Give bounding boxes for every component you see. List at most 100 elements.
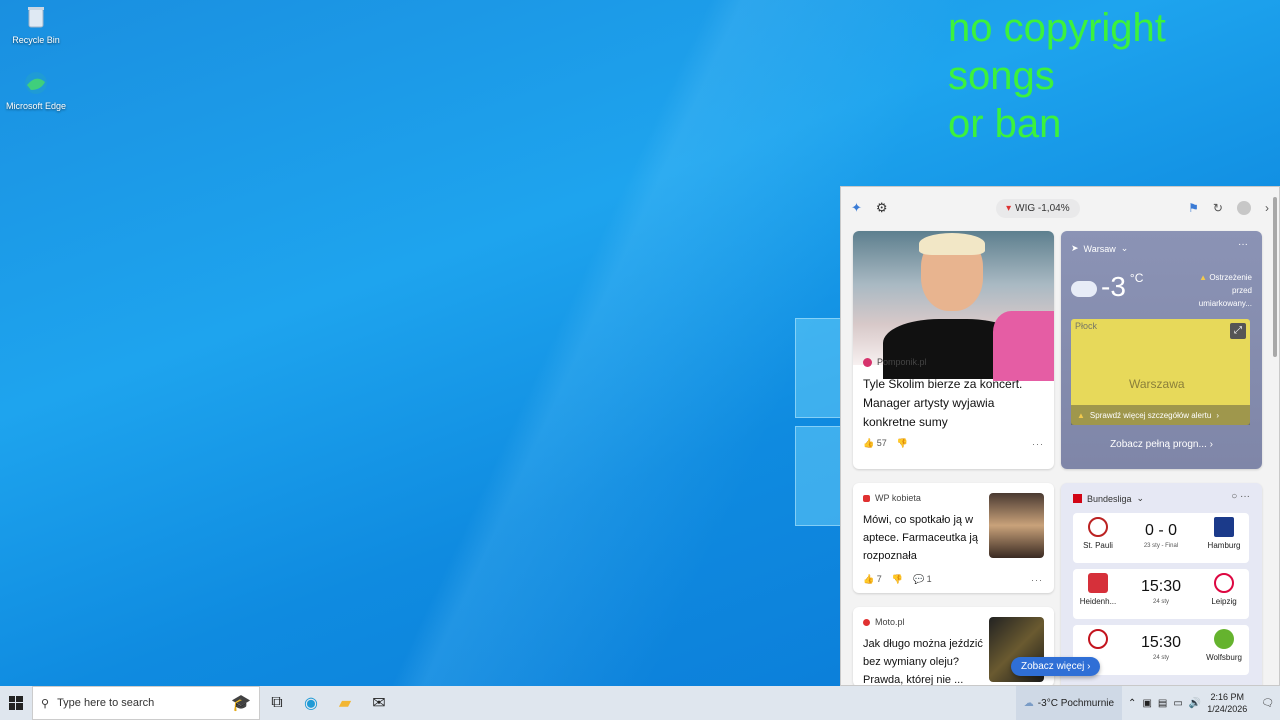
like-button[interactable]: 👍 57 — [863, 438, 887, 449]
away-team: Wolfsburg — [1203, 629, 1245, 662]
chevron-down-icon: ⌄ — [1120, 243, 1129, 253]
comment-button[interactable]: 💬 1 — [913, 574, 932, 585]
news-headline[interactable]: Mówi, co spotkało ją w aptece. Farmaceut… — [863, 511, 983, 565]
dislike-icon[interactable]: 👎 — [892, 574, 903, 585]
widgets-logo-icon[interactable]: ✦ — [851, 200, 862, 216]
source-logo-icon — [863, 618, 870, 626]
match-info: 24 sty — [1152, 599, 1169, 605]
taskbar-search[interactable]: ⚲ Type here to search 🎓 — [32, 686, 260, 720]
clock-date: 1/24/2026 — [1207, 704, 1248, 714]
start-button[interactable] — [0, 686, 32, 720]
network-icon[interactable]: ▭ — [1173, 698, 1182, 709]
news-card-hero[interactable]: Pomponik.pl Tyle Skolim bierze za koncer… — [853, 231, 1054, 469]
search-placeholder: Type here to search — [57, 697, 155, 709]
recycle-bin-icon — [28, 7, 44, 28]
news-source: WP kobieta — [863, 493, 983, 503]
league-selector[interactable]: Bundesliga ⌄ — [1073, 493, 1144, 504]
overlay-line-2: or ban — [948, 102, 1062, 146]
chevron-up-icon[interactable]: ⌃ — [1128, 698, 1136, 709]
file-explorer-icon[interactable]: ▰ — [328, 686, 362, 720]
taskbar-weather[interactable]: ☁ -3°C Pochmurnie — [1015, 686, 1123, 720]
weather-location-label: Warsaw — [1083, 243, 1116, 254]
full-forecast-text: Zobacz pełną progn... — [1110, 439, 1207, 450]
home-team: Heidenh... — [1077, 573, 1119, 606]
refresh-icon[interactable]: ↻ — [1213, 201, 1223, 215]
chevron-right-icon[interactable]: › — [1265, 201, 1269, 215]
news-source-label: Moto.pl — [875, 617, 905, 627]
match-row[interactable]: Heidenh... 15:30 24 sty Leipzig — [1073, 569, 1249, 619]
source-logo-icon — [863, 494, 870, 502]
more-options-icon[interactable]: ··· — [1032, 439, 1044, 449]
volume-icon[interactable]: 🔊 — [1189, 698, 1201, 709]
dislike-icon[interactable]: 👎 — [897, 438, 908, 449]
news-reactions: 👍 7 👎 💬 1 ··· — [863, 574, 1043, 585]
see-more-button[interactable]: Zobacz więcej › — [1011, 657, 1101, 676]
warning-icon: ▲ — [1077, 410, 1085, 420]
news-headline[interactable]: Jak długo można jeździć bez wymiany olej… — [863, 635, 983, 685]
match-row[interactable]: St. Pauli 0 - 0 23 sty - Final Hamburg — [1073, 513, 1249, 563]
weather-unit: °C — [1129, 271, 1144, 285]
tray-app-icon[interactable]: ▤ — [1158, 698, 1167, 709]
stock-ticker[interactable]: ▾ WIG -1,04% — [996, 198, 1080, 218]
taskbar: ⚲ Type here to search 🎓 ⧉ ◉ ▰ ✉ ☁ -3°C P… — [0, 686, 1280, 720]
team-name: Heidenh... — [1079, 597, 1117, 606]
clock-time: 2:16 PM — [1210, 692, 1245, 702]
more-options-icon[interactable]: ··· — [1238, 239, 1248, 250]
home-team — [1077, 629, 1119, 653]
match-info: 24 sty — [1152, 655, 1169, 661]
team-crest-icon — [1088, 629, 1108, 649]
like-button[interactable]: 👍 7 — [863, 574, 882, 585]
weather-card[interactable]: ➤ Warsaw ⌄ ··· -3 °C ▲ Ostrzeżenie przed… — [1061, 231, 1262, 469]
more-options-icon[interactable]: ○ ··· — [1231, 491, 1250, 502]
taskbar-clock[interactable]: 2:16 PM 1/24/2026 — [1207, 691, 1247, 715]
news-card[interactable]: WP kobieta Mówi, co spotkało ją w aptece… — [853, 483, 1054, 593]
weather-alert[interactable]: ▲ Ostrzeżenie przed umiarkowany... — [1186, 271, 1252, 310]
map-city-label: Warszawa — [1129, 377, 1185, 391]
team-crest-icon — [1088, 517, 1108, 537]
task-view-icon[interactable]: ⧉ — [260, 686, 294, 720]
news-headline[interactable]: Tyle Skolim bierze za koncert. Manager a… — [863, 375, 1044, 432]
alert-details-text: Sprawdź więcej szczegółów alertu — [1089, 410, 1212, 420]
tray-app-icon[interactable]: ▣ — [1142, 698, 1151, 709]
team-crest-icon — [1214, 629, 1234, 649]
team-name: Wolfsburg — [1206, 653, 1242, 662]
avatar[interactable] — [1236, 201, 1251, 215]
news-hero-image — [853, 231, 1054, 381]
more-options-icon[interactable]: ··· — [1031, 575, 1043, 585]
see-more-label: Zobacz więcej — [1021, 661, 1085, 672]
cloud-icon: ☁ — [1023, 697, 1034, 709]
notifications-icon[interactable]: 🗨 — [1261, 698, 1274, 709]
edge-icon[interactable]: ◉ — [294, 686, 328, 720]
news-source-label: Pomponik.pl — [877, 357, 927, 367]
location-arrow-icon: ➤ — [1071, 243, 1079, 253]
overlay-line-1: no copyright songs — [948, 6, 1166, 98]
like-count: 57 — [876, 438, 887, 448]
full-forecast-link[interactable]: Zobacz pełną progn... › — [1061, 439, 1262, 450]
like-count: 7 — [876, 574, 882, 584]
windows-start-icon — [9, 696, 23, 710]
away-team: Hamburg — [1203, 517, 1245, 550]
sports-card[interactable]: Bundesliga ⌄ ○ ··· St. Pauli 0 - 0 23 st… — [1061, 483, 1262, 685]
team-name: Leipzig — [1211, 597, 1237, 606]
chevron-right-icon: › — [1209, 439, 1213, 450]
team-name: St. Pauli — [1083, 541, 1113, 550]
news-source: Moto.pl — [863, 617, 983, 627]
weather-map[interactable]: Płock ⤢ Warszawa ▲ Sprawdź więcej szczeg… — [1071, 319, 1250, 425]
mail-icon[interactable]: ✉ — [362, 686, 396, 720]
desktop-icon-recycle-bin[interactable]: Recycle Bin — [4, 4, 68, 45]
team-crest-icon — [1088, 573, 1108, 593]
league-label: Bundesliga — [1087, 493, 1132, 504]
taskbar-weather-label: -3°C Pochmurnie — [1037, 697, 1115, 709]
expand-icon[interactable]: ⤢ — [1230, 323, 1246, 339]
weather-temp: -3 — [1101, 271, 1126, 302]
bundesliga-logo-icon — [1073, 494, 1082, 503]
widgets-scrollbar[interactable] — [1271, 197, 1279, 677]
desktop-icon-edge[interactable]: Microsoft Edge — [4, 70, 68, 111]
weather-location[interactable]: ➤ Warsaw ⌄ — [1071, 243, 1128, 254]
alert-details-link[interactable]: ▲ Sprawdź więcej szczegółów alertu › — [1071, 405, 1250, 425]
rewards-icon[interactable]: ⚑ — [1188, 201, 1199, 215]
chevron-right-icon: › — [1087, 661, 1091, 672]
feed-settings-icon[interactable]: ⚙ — [876, 200, 888, 216]
stock-down-icon: ▾ — [1006, 202, 1012, 214]
match-score: 0 - 0 23 sty - Final — [1123, 522, 1199, 549]
